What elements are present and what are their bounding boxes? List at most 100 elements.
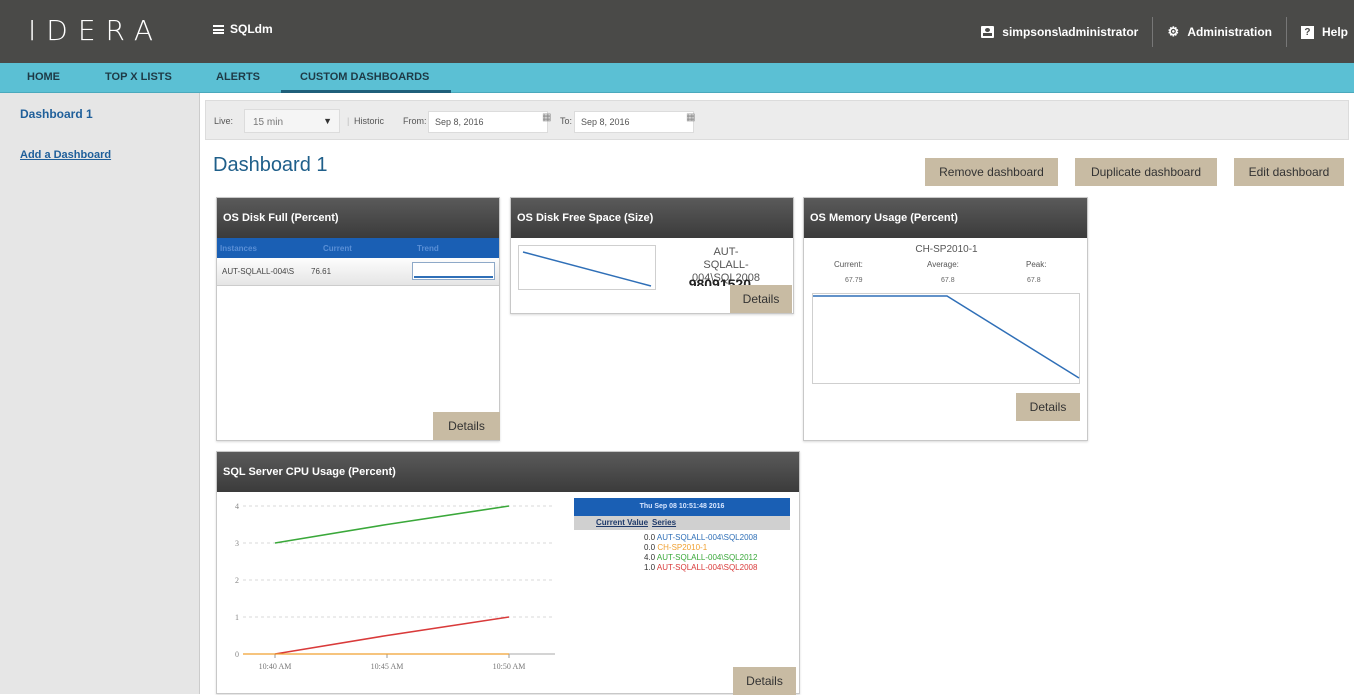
instance-cell: AUT-SQLALL-004\S (222, 267, 295, 276)
widget-title: OS Disk Free Space (Size) (511, 198, 793, 238)
peak-label: Peak: (1026, 260, 1047, 269)
x-tick-label: 10:45 AM (371, 662, 404, 671)
memory-trend-svg (813, 295, 1080, 379)
server-name: CH-SP2010-1 (915, 244, 978, 255)
instances-table: Instances Current Trend AUT-SQLALL-004\S… (217, 238, 499, 286)
sparkline-chart (518, 245, 656, 290)
average-label: Average: (927, 260, 959, 269)
y-tick-label: 3 (235, 539, 239, 548)
idera-logo[interactable]: IDERA (28, 12, 163, 48)
tab-home[interactable]: HOME (27, 63, 60, 93)
details-button[interactable]: Details (1016, 393, 1080, 421)
legend-current-value: 1.0 (644, 563, 657, 572)
memory-trend-line (813, 295, 1080, 379)
chart-legend-tooltip: Thu Sep 08 10:51:48 2016 Current Value Se… (574, 498, 790, 586)
live-range-select[interactable]: 15 min ▼ (244, 109, 340, 133)
y-tick-label: 1 (235, 613, 239, 622)
page-title: Dashboard 1 (213, 154, 328, 176)
sidebar-item-dashboard-1[interactable]: Dashboard 1 (20, 107, 93, 121)
tab-custom-dashboards[interactable]: CUSTOM DASHBOARDS (281, 63, 451, 93)
trend-sparkline (412, 262, 495, 280)
remove-dashboard-button[interactable]: Remove dashboard (925, 158, 1058, 186)
column-header[interactable]: Current (303, 244, 409, 253)
calendar-icon[interactable]: ▦ (686, 112, 695, 123)
help-link[interactable]: ? Help (1287, 14, 1354, 50)
live-range-value: 15 min (253, 117, 284, 128)
legend-current-header: Current Value (596, 518, 649, 527)
tab-alerts[interactable]: ALERTS (216, 63, 260, 93)
legend-row: 0.0 CH-SP2010-1 (574, 543, 790, 553)
legend-current-value: 0.0 (644, 533, 657, 542)
legend-row: 4.0 AUT-SQLALL-004\SQL2012 (574, 553, 790, 563)
top-header: IDERA SQLdm simpsons\administrator ⚙ Adm… (0, 0, 1354, 63)
widget-title: OS Memory Usage (Percent) (804, 198, 1087, 238)
widget-os-disk-free-space: OS Disk Free Space (Size) AUT-SQLALL- 00… (510, 197, 794, 314)
column-header[interactable]: Trend (409, 244, 439, 253)
administration-label: Administration (1187, 25, 1272, 39)
user-menu[interactable]: simpsons\administrator (967, 14, 1152, 50)
widget-os-disk-full: OS Disk Full (Percent) Instances Current… (216, 197, 500, 441)
sparkline-line (522, 251, 652, 287)
widget-title: OS Disk Full (Percent) (217, 198, 499, 238)
average-value: 67.8 (941, 277, 955, 284)
legend-row: 0.0 AUT-SQLALL-004\SQL2008 (574, 533, 790, 543)
server-name-line1: AUT-SQLALL- (703, 246, 749, 271)
legend-current-value: 4.0 (644, 553, 657, 562)
to-label: To: (560, 116, 573, 126)
calendar-icon[interactable]: ▦ (542, 112, 551, 123)
from-date-input[interactable]: Sep 8, 2016 (428, 111, 548, 133)
logo-text: IDERA (28, 13, 163, 47)
legend-current-value: 0.0 (644, 543, 658, 552)
separator: | (347, 116, 350, 126)
user-name: simpsons\administrator (1002, 25, 1139, 39)
y-tick-label: 2 (235, 576, 239, 585)
details-button[interactable]: Details (730, 285, 792, 313)
help-icon: ? (1300, 25, 1314, 39)
tab-top-x-lists[interactable]: TOP X LISTS (105, 63, 172, 93)
details-button[interactable]: Details (433, 412, 500, 440)
series-line (274, 505, 510, 544)
x-tick-label: 10:50 AM (493, 662, 526, 671)
series-line (274, 616, 510, 655)
memory-trend-chart (812, 293, 1080, 384)
legend-columns: Current Value Series (574, 516, 790, 530)
historic-label: Historic (354, 116, 385, 126)
current-cell: 76.61 (311, 267, 332, 276)
user-icon (981, 26, 995, 38)
cpu-line-chart: 0 1 2 3 4 10:40 AM 10:45 AM 10:50 AM (235, 502, 555, 671)
legend-series-name: AUT-SQLALL-004\SQL2008 (656, 533, 758, 542)
peak-value: 67.8 (1027, 277, 1041, 284)
legend-rows: 0.0 AUT-SQLALL-004\SQL2008 0.0 CH-SP2010-… (574, 530, 790, 573)
gear-icon: ⚙ (1167, 24, 1180, 39)
edit-dashboard-button[interactable]: Edit dashboard (1234, 158, 1344, 186)
legend-series-name: AUT-SQLALL-004\SQL2008 (656, 563, 758, 572)
widget-os-memory-usage: OS Memory Usage (Percent) CH-SP2010-1 Cu… (803, 197, 1088, 441)
y-tick-label: 4 (235, 502, 239, 511)
main-nav: HOME TOP X LISTS ALERTS CUSTOM DASHBOARD… (0, 63, 1354, 93)
to-date-input[interactable]: Sep 8, 2016 (574, 111, 694, 133)
y-tick-label: 0 (235, 650, 239, 659)
chevron-down-icon: ▼ (323, 116, 332, 126)
table-row[interactable]: AUT-SQLALL-004\S 76.61 (217, 258, 499, 286)
administration-link[interactable]: ⚙ Administration (1153, 14, 1286, 50)
filter-bar: Live: 15 min ▼ | Historic From: Sep 8, 2… (205, 100, 1349, 140)
sparkline-svg (522, 251, 652, 287)
product-menu[interactable]: SQLdm (213, 22, 273, 36)
legend-timestamp: Thu Sep 08 10:51:48 2016 (574, 498, 790, 516)
table-header: Instances Current Trend (217, 238, 499, 258)
current-label: Current: (834, 260, 863, 269)
header-actions: simpsons\administrator ⚙ Administration … (967, 14, 1354, 50)
column-header[interactable]: Instances (217, 244, 303, 253)
widget-title: SQL Server CPU Usage (Percent) (217, 452, 799, 492)
legend-row: 1.0 AUT-SQLALL-004\SQL2008 (574, 563, 790, 573)
x-tick-label: 10:40 AM (259, 662, 292, 671)
widget-sql-cpu-usage: SQL Server CPU Usage (Percent) 0 1 2 3 4 10:4… (216, 451, 800, 695)
legend-series-name: AUT-SQLALL-004\SQL2012 (656, 553, 758, 562)
sidebar: Dashboard 1 Add a Dashboard (0, 93, 200, 694)
from-label: From: (403, 116, 427, 126)
duplicate-dashboard-button[interactable]: Duplicate dashboard (1075, 158, 1217, 186)
legend-series-name: CH-SP2010-1 (657, 543, 708, 552)
help-label: Help (1321, 25, 1348, 39)
details-button[interactable]: Details (733, 667, 796, 695)
add-dashboard-link[interactable]: Add a Dashboard (20, 149, 111, 161)
